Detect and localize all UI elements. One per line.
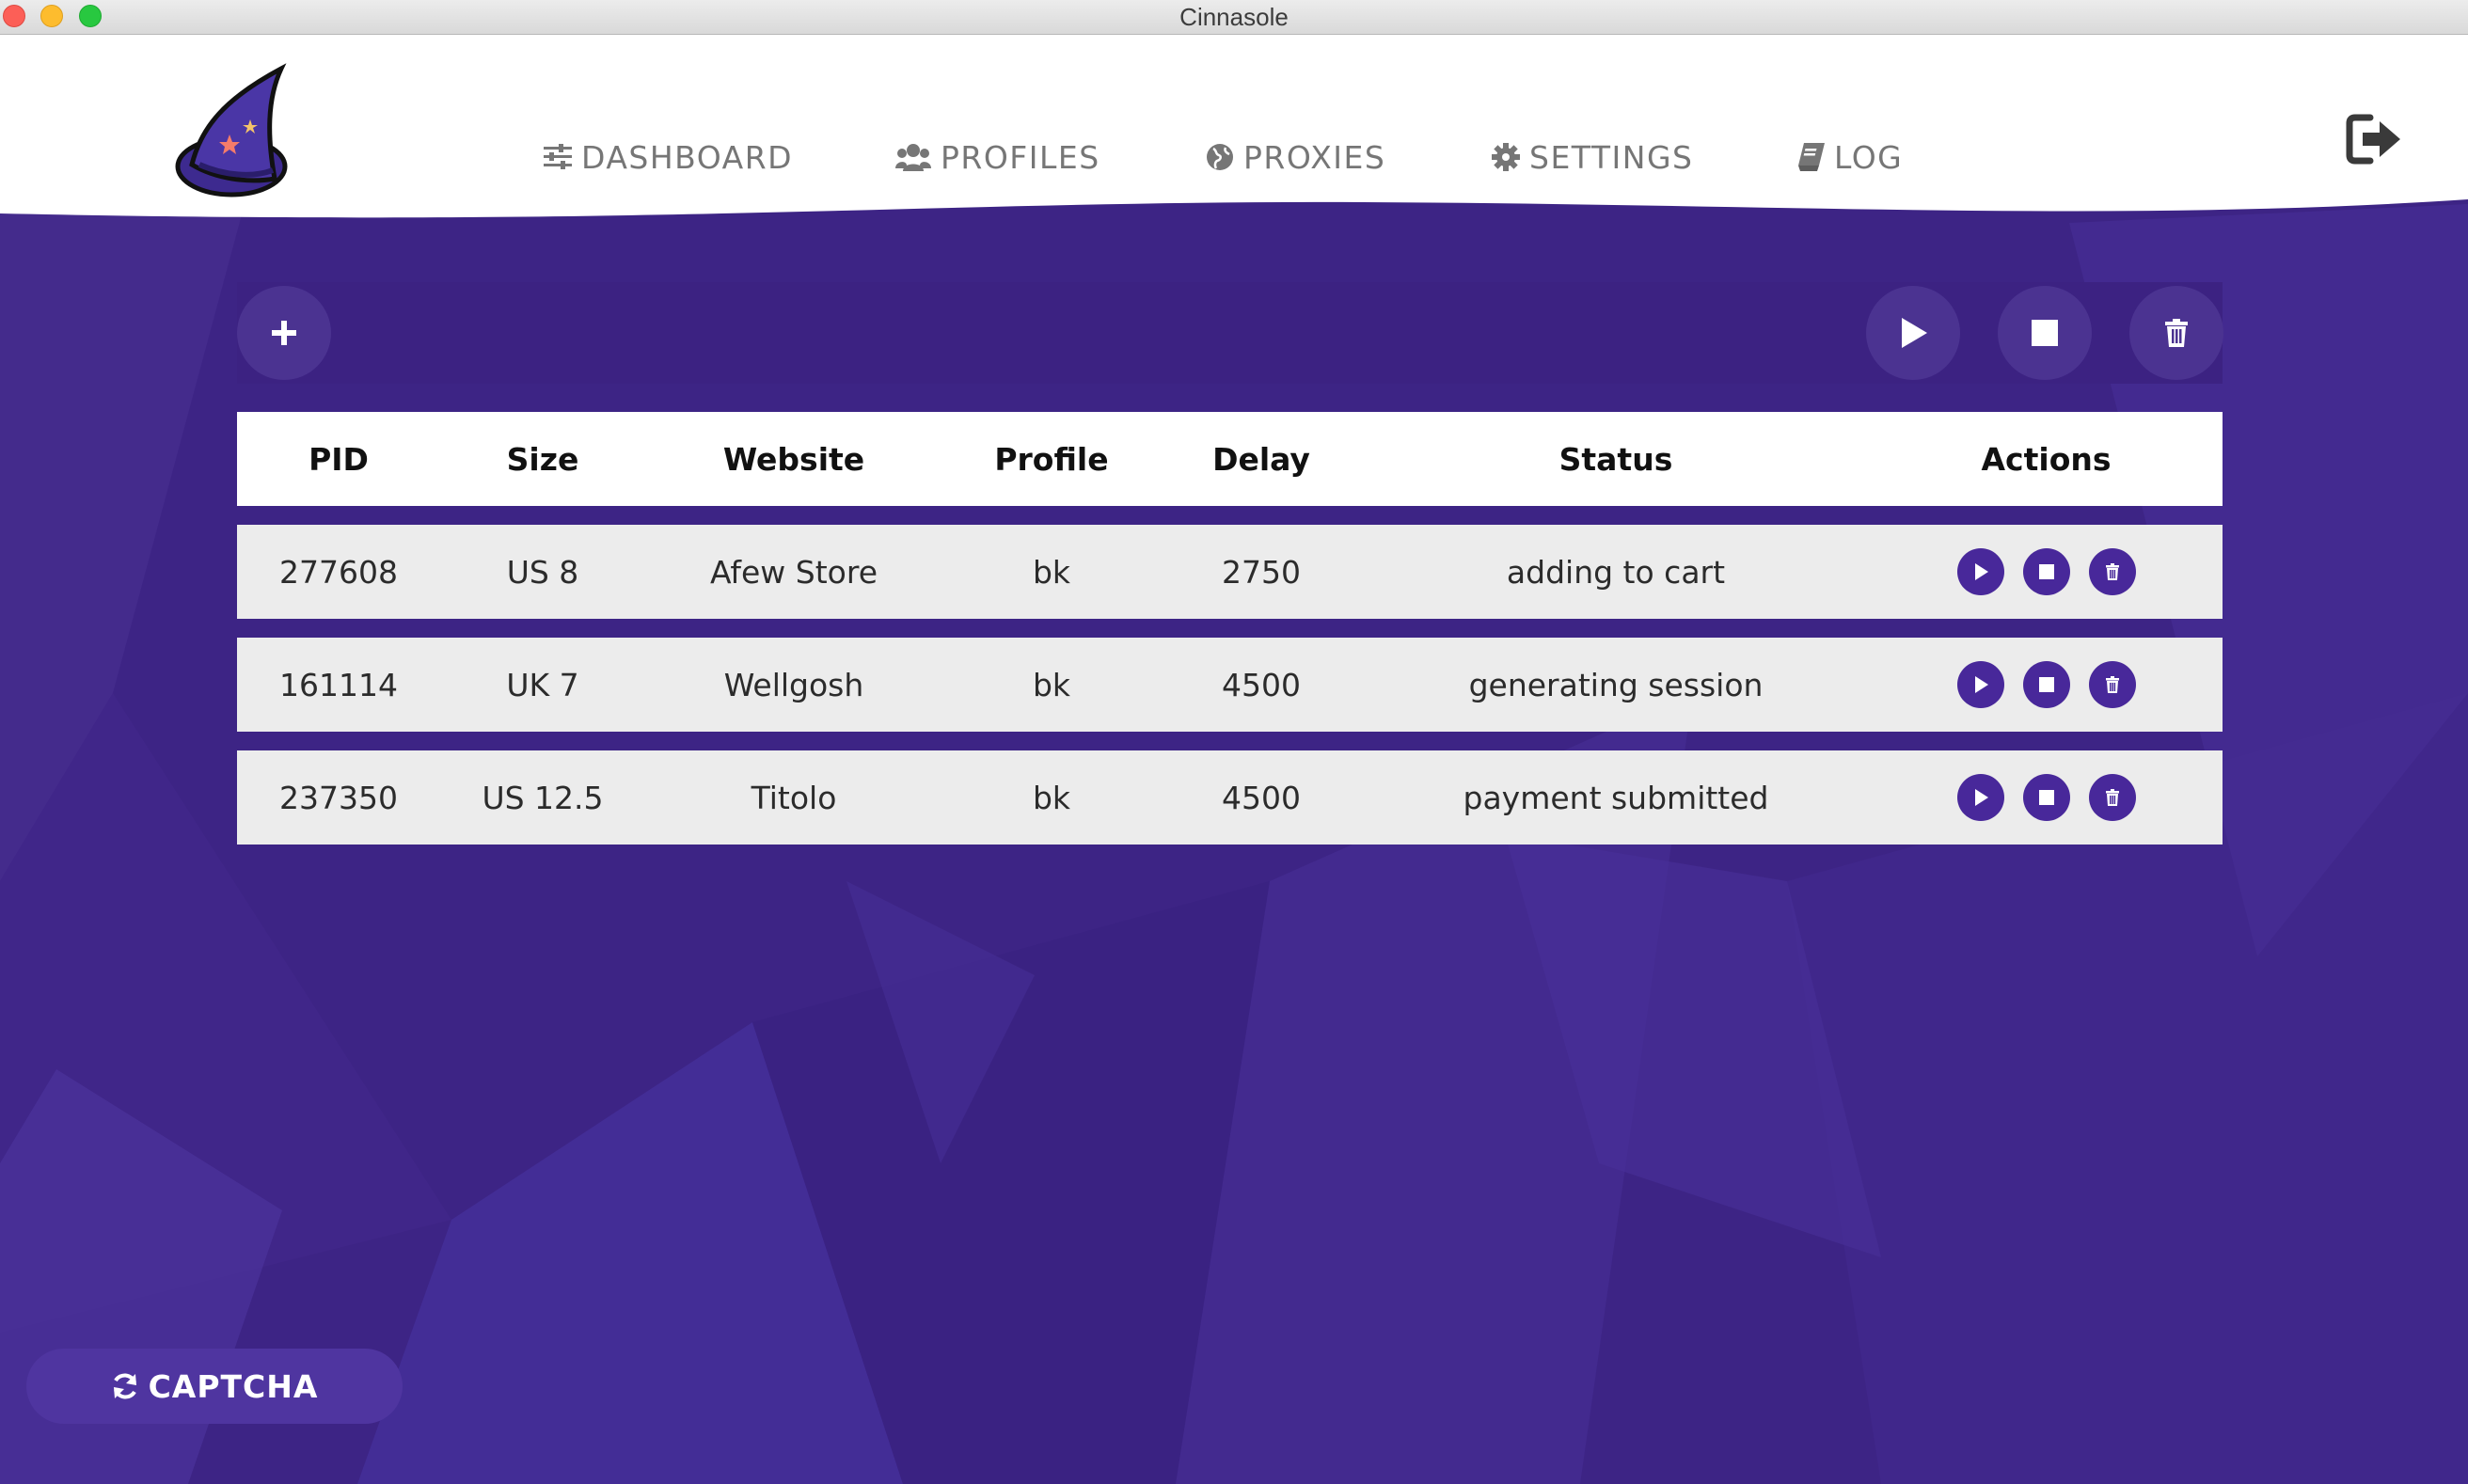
task-toolbar (237, 282, 2223, 384)
cell-status: adding to cart (1506, 553, 1726, 591)
cell-profile: bk (1032, 666, 1071, 703)
cell-delay: 2750 (1222, 553, 1301, 591)
row-actions (1870, 548, 2223, 595)
row-actions (1870, 661, 2223, 708)
row-stop-button[interactable] (2022, 661, 2070, 708)
users-icon (895, 144, 931, 171)
cell-profile: bk (1032, 553, 1071, 591)
gear-icon (1492, 143, 1520, 171)
column-header-pid: PID (308, 440, 369, 478)
trash-icon (2165, 319, 2188, 347)
cell-delay: 4500 (1222, 779, 1301, 816)
captcha-label: CAPTCHA (148, 1367, 319, 1405)
task-table-header: PID Size Website Profile Delay Status Ac… (237, 412, 2223, 506)
column-header-size: Size (506, 440, 579, 478)
row-stop-button[interactable] (2022, 774, 2070, 821)
nav-proxies[interactable]: PROXIES (1206, 124, 1385, 190)
captcha-button[interactable]: CAPTCHA (26, 1349, 403, 1424)
nav-log[interactable]: LOG (1798, 124, 1903, 190)
row-start-button[interactable] (1956, 548, 2004, 595)
cell-pid: 237350 (279, 779, 398, 816)
start-all-button[interactable] (1866, 286, 1960, 380)
cell-pid: 161114 (279, 666, 398, 703)
play-icon (1974, 676, 1988, 693)
cell-status: payment submitted (1463, 779, 1769, 816)
cell-status: generating session (1468, 666, 1764, 703)
row-stop-button[interactable] (2022, 548, 2070, 595)
nav-settings-label: SETTINGS (1529, 138, 1694, 176)
trash-icon (2105, 789, 2119, 806)
nav-dashboard-label: DASHBOARD (581, 138, 794, 176)
stop-icon (2032, 320, 2058, 346)
cell-website: Titolo (751, 779, 837, 816)
cell-size: US 8 (506, 553, 579, 591)
stop-icon (2038, 677, 2054, 692)
row-start-button[interactable] (1956, 774, 2004, 821)
window-title-bar: Cinnasole (0, 0, 2468, 35)
cell-profile: bk (1032, 779, 1071, 816)
nav-profiles[interactable]: PROFILES (895, 124, 1100, 190)
play-icon (1902, 318, 1927, 348)
stop-icon (2038, 790, 2054, 805)
table-row: 237350 US 12.5 Titolo bk 4500 payment su… (237, 750, 2223, 845)
delete-all-button[interactable] (2129, 286, 2223, 380)
nav-proxies-label: PROXIES (1243, 138, 1386, 176)
plus-icon (272, 321, 296, 345)
play-icon (1974, 789, 1988, 806)
column-header-delay: Delay (1212, 440, 1310, 478)
row-delete-button[interactable] (2088, 661, 2136, 708)
trash-icon (2105, 563, 2119, 580)
stop-all-button[interactable] (1998, 286, 2092, 380)
cell-pid: 277608 (279, 553, 398, 591)
table-row: 161114 UK 7 Wellgosh bk 4500 generating … (237, 638, 2223, 732)
book-icon (1798, 143, 1825, 171)
cell-website: Afew Store (709, 553, 878, 591)
column-header-website: Website (722, 440, 865, 478)
refresh-icon (113, 1373, 136, 1399)
top-nav-bar: DASHBOARD PROFILES PROXIES SETTINGS LOG (0, 35, 2468, 232)
stop-icon (2038, 564, 2054, 579)
globe-icon (1207, 144, 1233, 170)
row-start-button[interactable] (1956, 661, 2004, 708)
table-row: 277608 US 8 Afew Store bk 2750 adding to… (237, 525, 2223, 619)
cell-size: UK 7 (506, 666, 579, 703)
column-header-profile: Profile (994, 440, 1109, 478)
cell-size: US 12.5 (482, 779, 604, 816)
wizard-hat-icon (173, 61, 295, 216)
sliders-icon (544, 144, 572, 169)
add-task-button[interactable] (237, 286, 331, 380)
cell-delay: 4500 (1222, 666, 1301, 703)
column-header-status: Status (1558, 440, 1673, 478)
nav-profiles-label: PROFILES (941, 138, 1100, 176)
nav-log-label: LOG (1834, 138, 1904, 176)
nav-settings[interactable]: SETTINGS (1492, 124, 1693, 190)
play-icon (1974, 563, 1988, 580)
sign-out-icon[interactable] (2346, 110, 2404, 168)
column-header-actions: Actions (1981, 440, 2112, 478)
row-delete-button[interactable] (2088, 548, 2136, 595)
cell-website: Wellgosh (723, 666, 864, 703)
row-delete-button[interactable] (2088, 774, 2136, 821)
nav-dashboard[interactable]: DASHBOARD (544, 124, 793, 190)
window-title: Cinnasole (1179, 3, 1289, 31)
trash-icon (2105, 676, 2119, 693)
row-actions (1870, 774, 2223, 821)
